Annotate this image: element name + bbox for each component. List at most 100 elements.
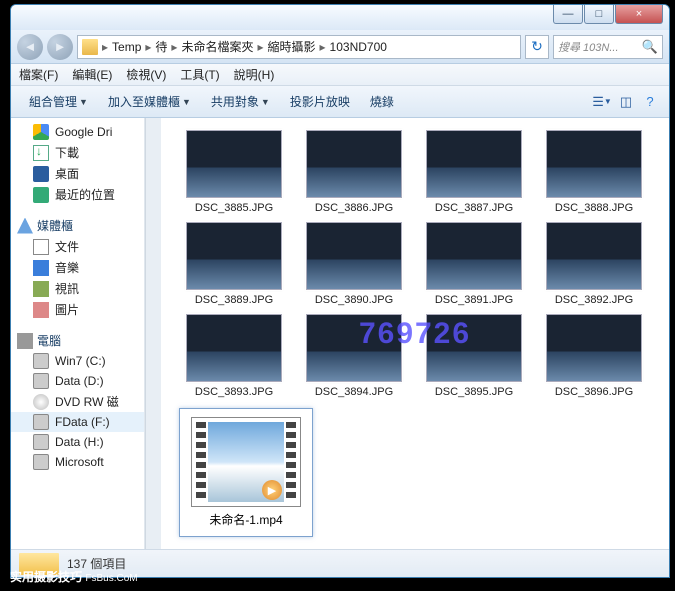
sidebar-item-label: 文件: [55, 238, 79, 255]
file-label: DSC_3890.JPG: [299, 294, 409, 306]
forward-button[interactable]: ►: [47, 34, 73, 60]
file-label: DSC_3896.JPG: [539, 386, 649, 398]
burn-button[interactable]: 燒錄: [360, 90, 404, 113]
share-button[interactable]: 共用對象▼: [201, 90, 280, 113]
drive-icon: [33, 454, 49, 470]
play-icon: ▶: [262, 480, 282, 500]
sidebar-item[interactable]: 下載: [11, 142, 144, 163]
sidebar-header[interactable]: 媒體櫃: [11, 215, 144, 236]
file-label: DSC_3885.JPG: [179, 202, 289, 214]
back-button[interactable]: ◄: [17, 34, 43, 60]
drive-icon: [33, 414, 49, 430]
image-thumbnail: [186, 314, 282, 382]
file-label: DSC_3889.JPG: [179, 294, 289, 306]
content-pane[interactable]: DSC_3885.JPG DSC_3886.JPG DSC_3887.JPG D…: [161, 118, 669, 549]
sidebar-item-label: Google Dri: [55, 125, 112, 139]
sidebar-item[interactable]: Data (D:): [11, 371, 144, 391]
file-item[interactable]: DSC_3887.JPG: [419, 130, 529, 214]
preview-pane-button[interactable]: ◫: [615, 91, 637, 113]
file-item[interactable]: DSC_3895.JPG: [419, 314, 529, 398]
menu-edit[interactable]: 編輯(E): [72, 66, 112, 83]
menu-file[interactable]: 檔案(F): [19, 66, 58, 83]
file-label: DSC_3895.JPG: [419, 386, 529, 398]
menu-help[interactable]: 說明(H): [234, 66, 275, 83]
file-item[interactable]: DSC_3888.JPG: [539, 130, 649, 214]
drive-icon: [33, 373, 49, 389]
search-placeholder: 搜尋 103N...: [558, 39, 619, 55]
image-thumbnail: [186, 222, 282, 290]
video-thumbnail: ▶: [191, 417, 301, 507]
toolbar: 組合管理▼ 加入至媒體櫃▼ 共用對象▼ 投影片放映 燒錄 ☰▼ ◫ ?: [11, 86, 669, 118]
sidebar-item[interactable]: Microsoft: [11, 452, 144, 472]
sidebar-item[interactable]: FData (F:): [11, 412, 144, 432]
sidebar-item[interactable]: DVD RW 磁: [11, 391, 144, 412]
sidebar-item-label: Win7 (C:): [55, 354, 106, 368]
slideshow-button[interactable]: 投影片放映: [280, 90, 360, 113]
sidebar-item-label: FData (F:): [55, 415, 110, 429]
view-options-button[interactable]: ☰▼: [591, 91, 613, 113]
down-icon: [33, 145, 49, 161]
maximize-button[interactable]: □: [584, 5, 614, 24]
sidebar-item[interactable]: 桌面: [11, 163, 144, 184]
file-item[interactable]: DSC_3890.JPG: [299, 222, 409, 306]
sidebar-item[interactable]: 最近的位置: [11, 184, 144, 205]
source-badge: 实用摄影技巧 FsBus.CoM: [10, 568, 138, 585]
sidebar-header[interactable]: 電腦: [11, 330, 144, 351]
file-item[interactable]: DSC_3896.JPG: [539, 314, 649, 398]
file-item[interactable]: DSC_3892.JPG: [539, 222, 649, 306]
file-item[interactable]: DSC_3886.JPG: [299, 130, 409, 214]
crumb[interactable]: 103ND700: [326, 40, 391, 54]
image-thumbnail: [426, 314, 522, 382]
file-item[interactable]: DSC_3893.JPG: [179, 314, 289, 398]
sidebar-item[interactable]: 視訊: [11, 278, 144, 299]
crumb[interactable]: Temp: [108, 40, 145, 54]
sidebar-item-label: 視訊: [55, 280, 79, 297]
organize-button[interactable]: 組合管理▼: [19, 90, 98, 113]
file-item[interactable]: DSC_3894.JPG: [299, 314, 409, 398]
menu-tools[interactable]: 工具(T): [180, 66, 219, 83]
sidebar-item[interactable]: 文件: [11, 236, 144, 257]
sidebar-item-label: 音樂: [55, 259, 79, 276]
sidebar-item-label: 下載: [55, 144, 79, 161]
file-label: DSC_3887.JPG: [419, 202, 529, 214]
crumb[interactable]: 待: [151, 38, 171, 55]
image-thumbnail: [546, 222, 642, 290]
sidebar-item[interactable]: Win7 (C:): [11, 351, 144, 371]
sidebar-item[interactable]: Google Dri: [11, 122, 144, 142]
image-thumbnail: [306, 130, 402, 198]
refresh-button[interactable]: ↻: [525, 35, 549, 59]
image-thumbnail: [546, 314, 642, 382]
doc-icon: [33, 239, 49, 255]
breadcrumb[interactable]: ▸ Temp▸ 待▸ 未命名檔案夾▸ 縮時攝影▸ 103ND700: [77, 35, 521, 59]
close-button[interactable]: ×: [615, 5, 663, 24]
sidebar-item-label: 最近的位置: [55, 186, 115, 203]
file-item-selected[interactable]: ▶ 未命名-1.mp4: [179, 408, 313, 537]
body: Google Dri 下載桌面最近的位置媒體櫃文件音樂視訊圖片電腦 Win7 (C:…: [11, 118, 669, 549]
sidebar-item-label: Data (D:): [55, 374, 104, 388]
include-library-button[interactable]: 加入至媒體櫃▼: [98, 90, 201, 113]
sidebar-item[interactable]: 圖片: [11, 299, 144, 320]
sidebar-item[interactable]: 音樂: [11, 257, 144, 278]
titlebar[interactable]: — □ ×: [11, 5, 669, 30]
file-label: DSC_3886.JPG: [299, 202, 409, 214]
sidebar-item-label: 桌面: [55, 165, 79, 182]
file-item[interactable]: DSC_3885.JPG: [179, 130, 289, 214]
sidebar-item-label: Data (H:): [55, 435, 104, 449]
recent-icon: [33, 187, 49, 203]
minimize-button[interactable]: —: [553, 5, 583, 24]
menu-view[interactable]: 檢視(V): [126, 66, 166, 83]
search-input[interactable]: 搜尋 103N... 🔍: [553, 35, 663, 59]
navigation-pane: Google Dri 下載桌面最近的位置媒體櫃文件音樂視訊圖片電腦 Win7 (C:…: [11, 118, 145, 549]
help-button[interactable]: ?: [639, 91, 661, 113]
gdrive-icon: [33, 124, 49, 140]
crumb[interactable]: 未命名檔案夾: [177, 38, 257, 55]
file-item[interactable]: DSC_3889.JPG: [179, 222, 289, 306]
sidebar-item[interactable]: Data (H:): [11, 432, 144, 452]
image-thumbnail: [306, 314, 402, 382]
explorer-window: — □ × ◄ ► ▸ Temp▸ 待▸ 未命名檔案夾▸ 縮時攝影▸ 103ND…: [10, 4, 670, 578]
sidebar-scrollbar[interactable]: [145, 118, 161, 549]
image-thumbnail: [186, 130, 282, 198]
file-item[interactable]: DSC_3891.JPG: [419, 222, 529, 306]
image-thumbnail: [426, 222, 522, 290]
crumb[interactable]: 縮時攝影: [264, 38, 320, 55]
